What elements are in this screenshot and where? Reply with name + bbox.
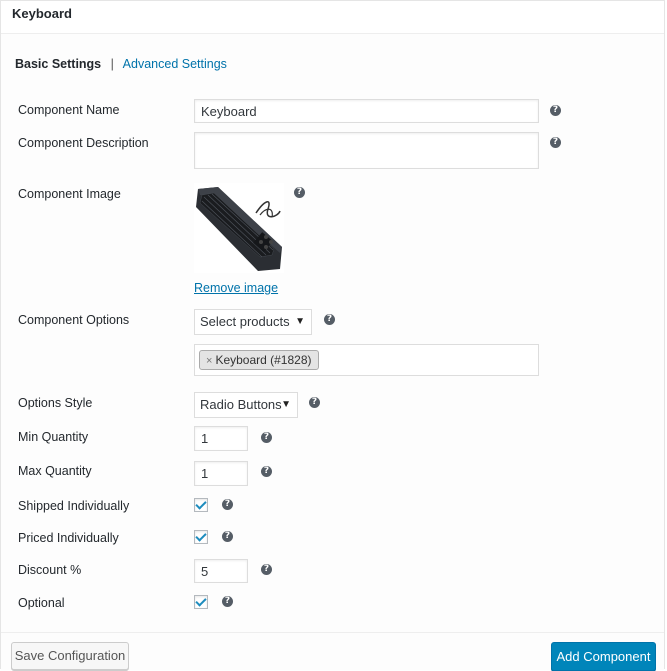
help-icon[interactable]: ?	[261, 564, 272, 575]
help-icon[interactable]: ?	[309, 397, 320, 408]
help-icon[interactable]: ?	[550, 137, 561, 148]
help-icon[interactable]: ?	[324, 314, 335, 325]
min-quantity-input[interactable]	[194, 426, 248, 451]
component-options-label: Component Options	[18, 313, 130, 327]
component-description-textarea[interactable]	[194, 132, 539, 169]
component-image-thumbnail[interactable]	[194, 183, 284, 273]
selected-product-chip: × Keyboard (#1828)	[199, 350, 319, 370]
tab-advanced-settings[interactable]: Advanced Settings	[123, 57, 227, 71]
save-configuration-button[interactable]: Save Configuration	[11, 642, 129, 670]
component-panel: Keyboard Basic Settings | Advanced Setti…	[0, 0, 665, 671]
component-options-select[interactable]: Select products ▼	[194, 309, 312, 335]
shipped-individually-checkbox[interactable]	[194, 498, 208, 512]
help-icon[interactable]: ?	[294, 187, 305, 198]
min-quantity-label: Min Quantity	[18, 430, 89, 444]
chevron-down-icon: ▼	[281, 399, 291, 410]
remove-image-link[interactable]: Remove image	[194, 281, 278, 295]
panel-title: Keyboard	[1, 1, 664, 34]
help-icon[interactable]: ?	[222, 596, 233, 607]
tab-separator: |	[110, 57, 114, 71]
component-name-label: Component Name	[18, 103, 120, 117]
max-quantity-label: Max Quantity	[18, 464, 92, 478]
options-style-select[interactable]: Radio Buttons ▼	[194, 392, 298, 418]
priced-individually-checkbox[interactable]	[194, 530, 208, 544]
component-image-label: Component Image	[18, 187, 121, 201]
component-options-select-value: Select products	[200, 314, 290, 329]
help-icon[interactable]: ?	[550, 105, 561, 116]
options-style-select-value: Radio Buttons	[200, 397, 282, 412]
discount-label: Discount %	[18, 563, 82, 577]
options-style-label: Options Style	[18, 396, 93, 410]
panel-footer: Save Configuration Add Component	[1, 632, 664, 671]
selected-product-label: Keyboard (#1828)	[215, 353, 312, 367]
chevron-down-icon: ▼	[295, 316, 305, 327]
max-quantity-input[interactable]	[194, 461, 248, 486]
keyboard-image	[196, 187, 282, 271]
settings-tabs: Basic Settings | Advanced Settings	[15, 57, 227, 71]
component-description-label: Component Description	[18, 136, 149, 150]
help-icon[interactable]: ?	[261, 432, 272, 443]
add-component-button[interactable]: Add Component	[551, 642, 656, 671]
component-name-input[interactable]	[194, 99, 539, 123]
remove-chip-icon[interactable]: ×	[206, 355, 212, 367]
optional-label: Optional	[18, 596, 65, 610]
optional-checkbox[interactable]	[194, 595, 208, 609]
discount-input[interactable]	[194, 559, 248, 583]
priced-individually-label: Priced Individually	[18, 531, 119, 545]
help-icon[interactable]: ?	[261, 466, 272, 477]
tab-basic-settings[interactable]: Basic Settings	[15, 57, 101, 71]
help-icon[interactable]: ?	[222, 499, 233, 510]
help-icon[interactable]: ?	[222, 531, 233, 542]
shipped-individually-label: Shipped Individually	[18, 499, 130, 513]
selected-products-field[interactable]: × Keyboard (#1828)	[194, 344, 539, 376]
